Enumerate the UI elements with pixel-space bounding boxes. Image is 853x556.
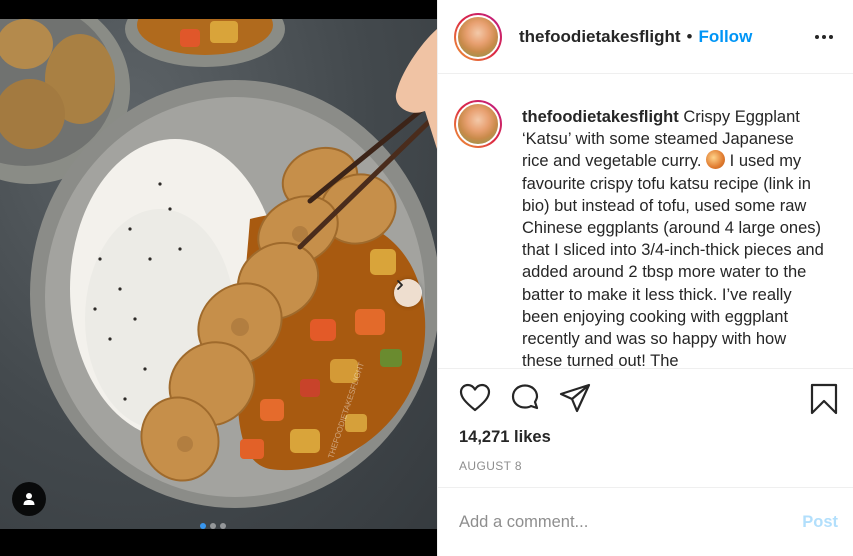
food-illustration: THEFOODIETAKESFLIGHT (0, 19, 437, 508)
more-options-icon (815, 34, 819, 39)
carousel-indicator (200, 523, 226, 529)
bookmark-icon (810, 383, 838, 415)
post-sidebar: thefoodietakesflight • Follow thefoodiet… (437, 0, 853, 556)
user-tag-button[interactable] (12, 482, 46, 516)
post-comment-button[interactable]: Post (802, 513, 838, 532)
carousel-dot (220, 523, 226, 529)
likes-count[interactable]: 14,271 likes (459, 428, 551, 447)
avatar[interactable] (454, 12, 502, 61)
comment-input[interactable] (459, 512, 803, 532)
comment-button[interactable] (510, 383, 540, 418)
heart-icon (459, 383, 491, 412)
share-button[interactable] (559, 383, 591, 418)
post-date[interactable]: AUGUST 8 (459, 459, 522, 473)
caption-avatar[interactable] (454, 100, 502, 148)
header-username[interactable]: thefoodietakesflight (519, 27, 681, 47)
save-button[interactable] (810, 383, 838, 420)
carousel-dot (210, 523, 216, 529)
post-photo[interactable]: THEFOODIETAKESFLIGHT (0, 19, 437, 529)
caption-text-after: I used my favourite crispy tofu katsu re… (522, 152, 824, 368)
post-header: thefoodietakesflight • Follow (438, 0, 853, 74)
post-media: THEFOODIETAKESFLIGHT (0, 0, 437, 556)
emoji-icon (706, 150, 726, 170)
caption-area: thefoodietakesflight Crispy Eggplant ‘Ka… (438, 74, 853, 368)
comment-form: Post (438, 487, 853, 556)
post-caption: thefoodietakesflight Crispy Eggplant ‘Ka… (522, 106, 824, 368)
paper-plane-icon (559, 383, 591, 413)
comment-icon (511, 384, 539, 410)
chevron-right-icon (397, 280, 403, 290)
header-separator: • (686, 26, 693, 46)
carousel-next-button[interactable] (394, 279, 422, 307)
user-tag-icon (23, 493, 35, 505)
like-button[interactable] (459, 383, 491, 418)
follow-button[interactable]: Follow (698, 27, 752, 47)
more-options-button[interactable] (811, 31, 837, 43)
caption-username[interactable]: thefoodietakesflight (522, 108, 679, 126)
carousel-dot (200, 523, 206, 529)
